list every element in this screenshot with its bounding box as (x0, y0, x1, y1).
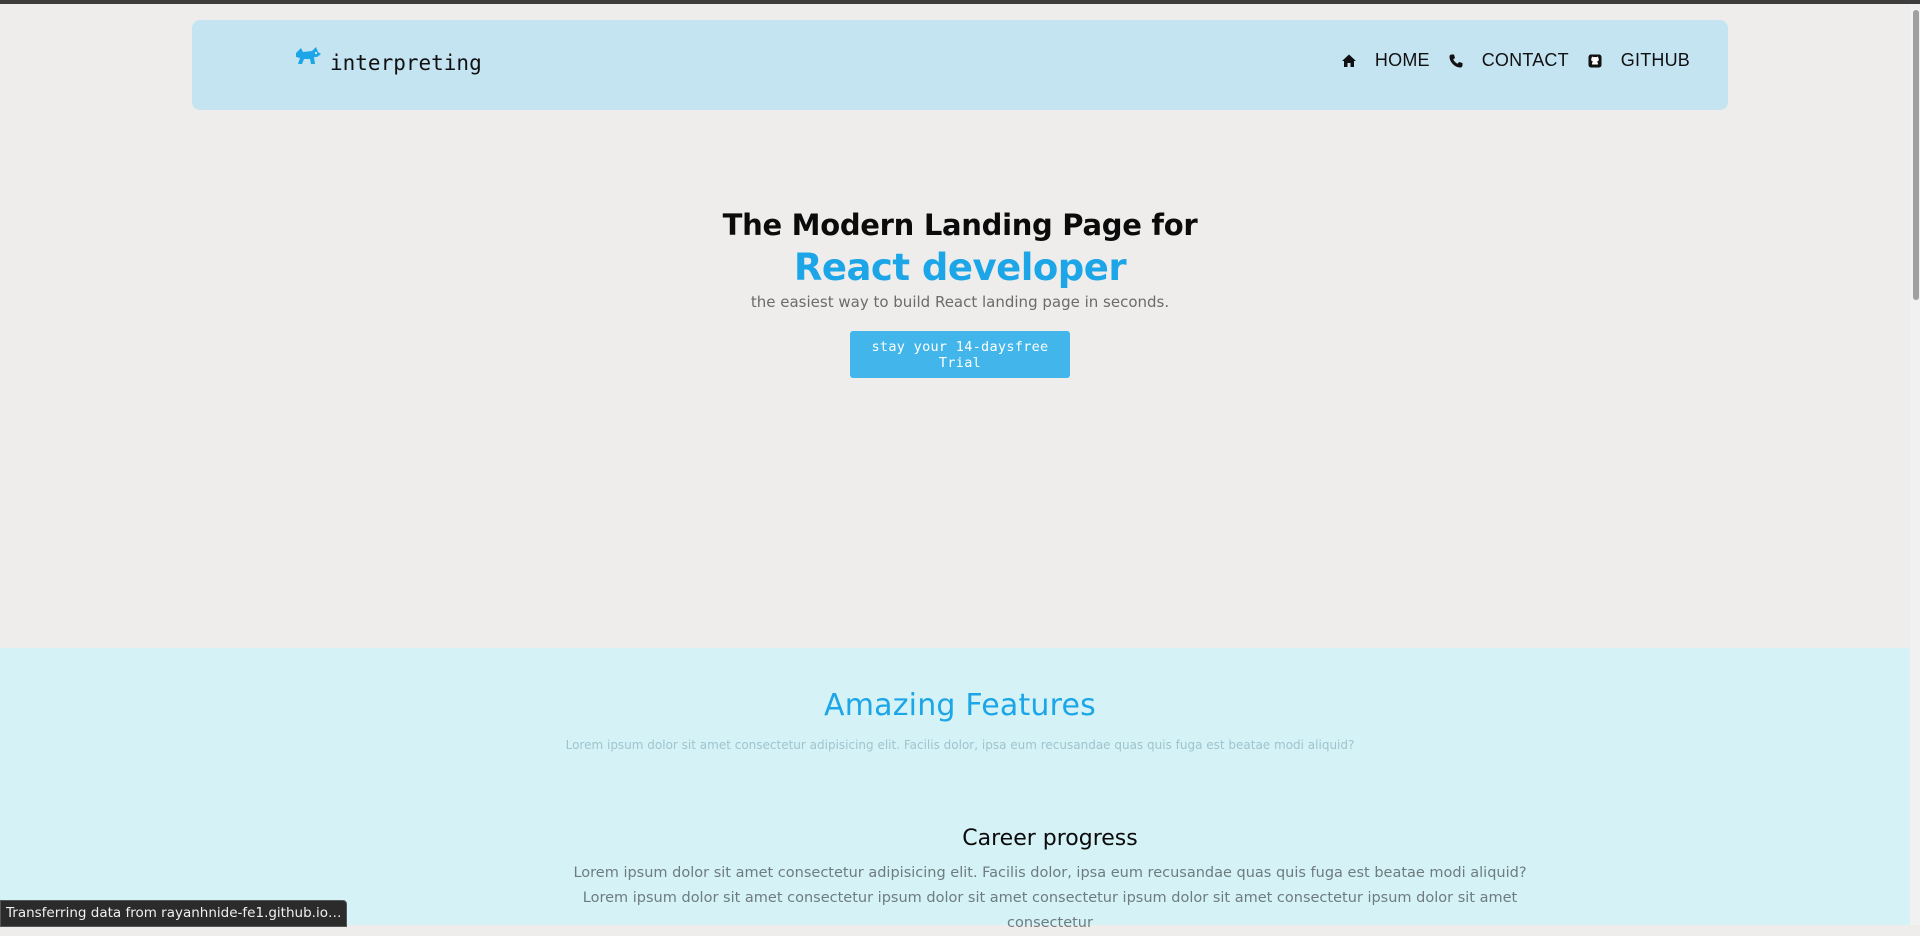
free-trial-button[interactable]: stay your 14-daysfree Trial (850, 331, 1070, 378)
nav-contact-label: CONTACT (1481, 50, 1569, 70)
navbar: interpreting HOME CONTACT GITHUB (192, 20, 1728, 110)
features-section: Amazing Features Lorem ipsum dolor sit a… (0, 648, 1920, 931)
nav-github[interactable]: GITHUB (1587, 50, 1690, 71)
main-nav: HOME CONTACT GITHUB (1323, 50, 1690, 71)
hero-subtitle: the easiest way to build React landing p… (750, 293, 1170, 311)
feature-title: Career progress (962, 826, 1138, 851)
brand-link[interactable]: interpreting (292, 45, 482, 75)
home-icon (1341, 53, 1357, 69)
nav-home-label: HOME (1374, 50, 1430, 70)
hero-accent-title: React developer (793, 246, 1127, 289)
github-icon (1587, 53, 1603, 69)
page-scrollbar[interactable] (1910, 4, 1920, 925)
features-title: Amazing Features (824, 688, 1096, 723)
nav-home[interactable]: HOME (1341, 50, 1430, 71)
features-subtitle: Lorem ipsum dolor sit amet consectetur a… (565, 738, 1355, 752)
hero-title: The Modern Landing Page for (722, 208, 1198, 242)
dog-logo-icon (292, 45, 322, 69)
hero-section: The Modern Landing Page for React develo… (0, 205, 1920, 378)
nav-contact[interactable]: CONTACT (1448, 50, 1569, 71)
browser-status-bar: Transferring data from rayanhnide-fe1.gi… (0, 900, 348, 927)
phone-icon (1448, 53, 1464, 69)
nav-github-label: GITHUB (1620, 50, 1690, 70)
scrollbar-thumb[interactable] (1913, 10, 1919, 300)
browser-top-edge (0, 0, 1920, 4)
brand-name: interpreting (330, 51, 482, 75)
